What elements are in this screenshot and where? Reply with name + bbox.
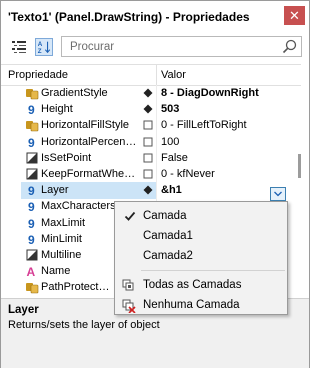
all-layers-item[interactable]: Todas as Camadas bbox=[115, 275, 287, 295]
dropdown-item[interactable]: Camada bbox=[115, 206, 287, 226]
svg-text:A: A bbox=[27, 265, 36, 278]
svg-text:9: 9 bbox=[28, 103, 35, 116]
window-title: 'Texto1' (Panel.DrawString) - Propriedad… bbox=[8, 10, 250, 24]
close-button[interactable]: ✕ bbox=[284, 6, 305, 25]
group-icon bbox=[26, 89, 39, 100]
no-layers-item[interactable]: Nenhuma Camada bbox=[115, 295, 287, 315]
column-divider bbox=[156, 166, 157, 183]
property-name-cell[interactable]: HorizontalFillStyle bbox=[21, 117, 156, 134]
header-divider[interactable] bbox=[156, 65, 157, 85]
properties-window: 'Texto1' (Panel.DrawString) - Propriedad… bbox=[0, 0, 310, 368]
property-name-cell[interactable]: HorizontalPercen… bbox=[21, 134, 156, 151]
property-value[interactable]: &h1 bbox=[161, 184, 182, 196]
property-name: Layer bbox=[41, 184, 69, 197]
description-text: Returns/sets the layer of object bbox=[8, 319, 160, 331]
search-box[interactable]: Procurar bbox=[61, 36, 302, 57]
property-name: GradientStyle bbox=[41, 87, 108, 99]
property-name: Height bbox=[41, 103, 73, 116]
svg-text:9: 9 bbox=[28, 184, 35, 197]
default-marker-icon bbox=[143, 153, 153, 163]
title-bar: 'Texto1' (Panel.DrawString) - Propriedad… bbox=[1, 1, 309, 31]
property-value[interactable]: 8 - DiagDownRight bbox=[161, 87, 259, 99]
svg-text:9: 9 bbox=[28, 233, 35, 246]
property-value[interactable]: 503 bbox=[161, 103, 179, 115]
property-name: HorizontalPercen… bbox=[41, 135, 137, 148]
search-placeholder: Procurar bbox=[70, 41, 115, 53]
all-layers-label: Todas as Camadas bbox=[143, 279, 242, 291]
dropdown-item-label: Camada2 bbox=[143, 250, 193, 262]
property-value[interactable]: 0 - kfNever bbox=[161, 168, 215, 180]
property-name: KeepFormatWhe… bbox=[41, 168, 136, 180]
number-icon: 9 bbox=[28, 200, 35, 213]
default-marker-icon bbox=[143, 169, 153, 179]
property-row[interactable]: Layer 9 &h1 bbox=[1, 182, 301, 200]
no-layers-label: Nenhuma Camada bbox=[143, 299, 240, 311]
number-icon: 9 bbox=[28, 233, 35, 246]
description-title: Layer bbox=[8, 304, 39, 316]
group-icon bbox=[26, 283, 39, 294]
toolbar: A Z Procurar bbox=[1, 31, 309, 63]
header-property[interactable]: Propriedade bbox=[8, 69, 68, 81]
scrollbar-thumb[interactable] bbox=[298, 154, 301, 178]
column-divider bbox=[156, 149, 157, 167]
property-name-cell[interactable]: Layer bbox=[21, 182, 156, 200]
number-icon: 9 bbox=[28, 217, 35, 230]
dropdown-button[interactable] bbox=[270, 187, 286, 201]
column-divider bbox=[156, 182, 157, 200]
dropdown-item-label: Camada bbox=[143, 210, 187, 222]
header-value[interactable]: Valor bbox=[161, 69, 186, 81]
property-row[interactable]: KeepFormatWhe… 0 - kfNever bbox=[1, 166, 301, 183]
property-value[interactable]: 100 bbox=[161, 136, 179, 148]
property-name: HorizontalFillStyle bbox=[41, 119, 130, 132]
default-marker-icon bbox=[143, 137, 153, 147]
property-row[interactable]: IsSetPoint False bbox=[1, 149, 301, 167]
number-icon: 9 bbox=[28, 103, 35, 116]
categorized-view-icon[interactable] bbox=[10, 38, 28, 56]
default-marker-icon bbox=[143, 120, 153, 130]
number-icon: 9 bbox=[28, 184, 35, 197]
number-icon: 9 bbox=[28, 136, 35, 149]
property-row[interactable]: HorizontalPercen… 9 100 bbox=[1, 133, 301, 151]
grid-header: Propriedade Valor bbox=[1, 64, 301, 86]
group-icon bbox=[26, 121, 39, 132]
text-icon: A bbox=[27, 265, 36, 278]
column-divider bbox=[156, 101, 157, 119]
bool-icon bbox=[26, 168, 38, 180]
svg-text:9: 9 bbox=[28, 136, 35, 149]
check-icon bbox=[124, 211, 136, 221]
property-row[interactable]: Height 9 503 bbox=[1, 101, 301, 119]
alphabetical-sort-icon[interactable]: A Z bbox=[35, 38, 53, 56]
dropdown-separator bbox=[141, 270, 285, 271]
bool-icon bbox=[26, 152, 38, 164]
modified-marker-icon bbox=[143, 104, 153, 114]
dropdown-item-label: Camada1 bbox=[143, 230, 193, 242]
property-name-cell[interactable]: KeepFormatWhe… bbox=[21, 166, 156, 183]
property-name-cell[interactable]: Height bbox=[21, 101, 156, 118]
property-value[interactable]: False bbox=[161, 152, 188, 164]
property-row[interactable]: HorizontalFillStyle 0 - FillLeftToRight bbox=[1, 117, 301, 135]
scrollbar[interactable] bbox=[301, 85, 309, 295]
column-divider bbox=[156, 85, 157, 102]
search-icon[interactable] bbox=[281, 38, 298, 55]
bool-icon bbox=[26, 249, 38, 261]
property-name-cell[interactable]: GradientStyle bbox=[21, 85, 156, 102]
svg-text:9: 9 bbox=[28, 200, 35, 213]
svg-text:9: 9 bbox=[28, 217, 35, 230]
property-value[interactable]: 0 - FillLeftToRight bbox=[161, 119, 247, 131]
layer-dropdown: Camada Camada1 Camada2 Todas as Camadas bbox=[114, 201, 288, 315]
layers-all-icon bbox=[122, 279, 134, 291]
dropdown-item[interactable]: Camada1 bbox=[115, 226, 287, 246]
property-name-cell[interactable]: IsSetPoint bbox=[21, 150, 156, 167]
column-divider bbox=[156, 133, 157, 151]
chevron-down-icon bbox=[274, 191, 282, 197]
modified-marker-icon bbox=[143, 185, 153, 195]
property-row[interactable]: GradientStyle 8 - DiagDownRight bbox=[1, 85, 301, 102]
svg-text:A: A bbox=[38, 41, 43, 48]
column-divider bbox=[156, 117, 157, 135]
svg-text:Z: Z bbox=[38, 48, 42, 55]
property-name: IsSetPoint bbox=[41, 151, 92, 164]
dropdown-item[interactable]: Camada2 bbox=[115, 246, 287, 266]
modified-marker-icon bbox=[143, 88, 153, 98]
layers-none-icon bbox=[122, 299, 136, 313]
